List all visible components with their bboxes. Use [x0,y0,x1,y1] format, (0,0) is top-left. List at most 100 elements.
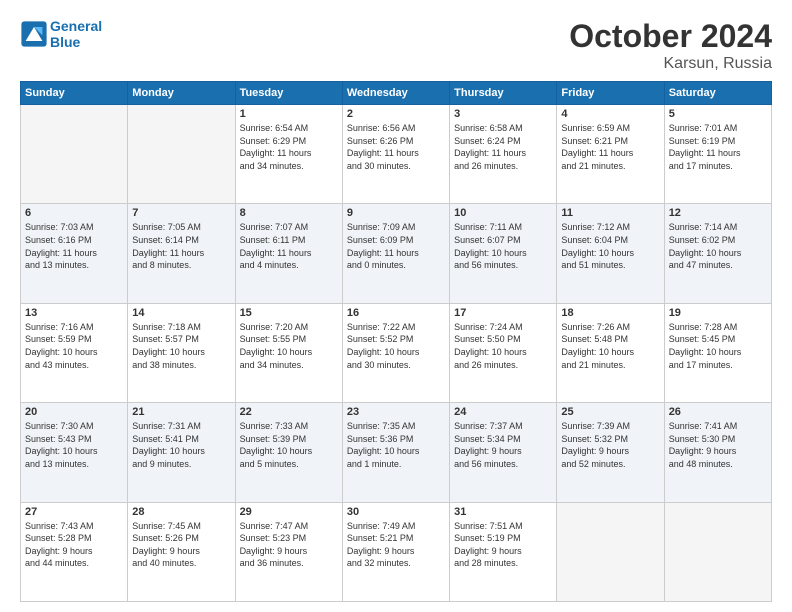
day-number: 15 [240,307,338,319]
day-number: 3 [454,108,552,120]
day-info: Sunrise: 7:09 AM Sunset: 6:09 PM Dayligh… [347,221,445,271]
calendar-cell: 13 Sunrise: 7:16 AM Sunset: 5:59 PM Dayli… [21,303,128,402]
day-number: 25 [561,406,659,418]
day-number: 10 [454,207,552,219]
calendar-cell: 2 Sunrise: 6:56 AM Sunset: 6:26 PM Daylig… [342,105,449,204]
day-info: Sunrise: 7:18 AM Sunset: 5:57 PM Dayligh… [132,321,230,371]
day-number: 12 [669,207,767,219]
day-number: 30 [347,506,445,518]
day-number: 11 [561,207,659,219]
calendar-cell [557,502,664,601]
day-number: 22 [240,406,338,418]
main-title: October 2024 [569,18,772,55]
weekday-header-row: SundayMondayTuesdayWednesdayThursdayFrid… [21,82,772,105]
logo: General Blue [20,18,102,50]
header: General Blue October 2024 Karsun, Russia [20,18,772,73]
calendar-cell: 23 Sunrise: 7:35 AM Sunset: 5:36 PM Dayli… [342,403,449,502]
day-number: 18 [561,307,659,319]
day-info: Sunrise: 7:07 AM Sunset: 6:11 PM Dayligh… [240,221,338,271]
day-number: 6 [25,207,123,219]
day-info: Sunrise: 7:41 AM Sunset: 5:30 PM Dayligh… [669,420,767,470]
week-row-3: 13 Sunrise: 7:16 AM Sunset: 5:59 PM Dayli… [21,303,772,402]
calendar-cell: 18 Sunrise: 7:26 AM Sunset: 5:48 PM Dayli… [557,303,664,402]
day-info: Sunrise: 7:37 AM Sunset: 5:34 PM Dayligh… [454,420,552,470]
day-number: 31 [454,506,552,518]
calendar-cell: 7Sunrise: 7:05 AM Sunset: 6:14 PM Daylig… [128,204,235,303]
weekday-wednesday: Wednesday [342,82,449,105]
day-info: Sunrise: 7:51 AM Sunset: 5:19 PM Dayligh… [454,520,552,570]
day-number: 13 [25,307,123,319]
day-info: Sunrise: 7:12 AM Sunset: 6:04 PM Dayligh… [561,221,659,271]
calendar-cell [664,502,771,601]
day-number: 27 [25,506,123,518]
weekday-sunday: Sunday [21,82,128,105]
week-row-1: 1 Sunrise: 6:54 AM Sunset: 6:29 PM Daylig… [21,105,772,204]
calendar-cell: 16 Sunrise: 7:22 AM Sunset: 5:52 PM Dayli… [342,303,449,402]
day-number: 4 [561,108,659,120]
day-info: Sunrise: 7:39 AM Sunset: 5:32 PM Dayligh… [561,420,659,470]
logo-icon [20,20,48,48]
calendar-cell: 24 Sunrise: 7:37 AM Sunset: 5:34 PM Dayli… [450,403,557,502]
day-number: 14 [132,307,230,319]
calendar-cell: 31 Sunrise: 7:51 AM Sunset: 5:19 PM Dayli… [450,502,557,601]
day-info: Sunrise: 7:35 AM Sunset: 5:36 PM Dayligh… [347,420,445,470]
day-number: 16 [347,307,445,319]
day-info: Sunrise: 7:22 AM Sunset: 5:52 PM Dayligh… [347,321,445,371]
day-number: 20 [25,406,123,418]
day-info: Sunrise: 7:47 AM Sunset: 5:23 PM Dayligh… [240,520,338,570]
day-info: Sunrise: 6:54 AM Sunset: 6:29 PM Dayligh… [240,122,338,172]
calendar-cell: 5Sunrise: 7:01 AM Sunset: 6:19 PM Daylig… [664,105,771,204]
day-info: Sunrise: 7:49 AM Sunset: 5:21 PM Dayligh… [347,520,445,570]
day-info: Sunrise: 6:56 AM Sunset: 6:26 PM Dayligh… [347,122,445,172]
day-number: 21 [132,406,230,418]
day-number: 2 [347,108,445,120]
day-info: Sunrise: 7:30 AM Sunset: 5:43 PM Dayligh… [25,420,123,470]
day-info: Sunrise: 7:20 AM Sunset: 5:55 PM Dayligh… [240,321,338,371]
calendar-cell: 26 Sunrise: 7:41 AM Sunset: 5:30 PM Dayli… [664,403,771,502]
calendar-cell: 10 Sunrise: 7:11 AM Sunset: 6:07 PM Dayli… [450,204,557,303]
day-number: 23 [347,406,445,418]
day-number: 24 [454,406,552,418]
day-number: 26 [669,406,767,418]
calendar-cell: 27Sunrise: 7:43 AM Sunset: 5:28 PM Dayli… [21,502,128,601]
logo-text: General Blue [50,18,102,50]
calendar-cell: 11 Sunrise: 7:12 AM Sunset: 6:04 PM Dayli… [557,204,664,303]
day-number: 8 [240,207,338,219]
calendar-cell: 15 Sunrise: 7:20 AM Sunset: 5:55 PM Dayli… [235,303,342,402]
day-info: Sunrise: 7:26 AM Sunset: 5:48 PM Dayligh… [561,321,659,371]
calendar-cell: 6Sunrise: 7:03 AM Sunset: 6:16 PM Daylig… [21,204,128,303]
calendar-cell: 14 Sunrise: 7:18 AM Sunset: 5:57 PM Dayli… [128,303,235,402]
day-info: Sunrise: 7:05 AM Sunset: 6:14 PM Dayligh… [132,221,230,271]
weekday-monday: Monday [128,82,235,105]
day-info: Sunrise: 7:14 AM Sunset: 6:02 PM Dayligh… [669,221,767,271]
day-number: 29 [240,506,338,518]
calendar-cell: 12 Sunrise: 7:14 AM Sunset: 6:02 PM Dayli… [664,204,771,303]
calendar-cell: 21 Sunrise: 7:31 AM Sunset: 5:41 PM Dayli… [128,403,235,502]
weekday-tuesday: Tuesday [235,82,342,105]
day-info: Sunrise: 7:11 AM Sunset: 6:07 PM Dayligh… [454,221,552,271]
calendar-cell: 19Sunrise: 7:28 AM Sunset: 5:45 PM Dayli… [664,303,771,402]
subtitle: Karsun, Russia [569,55,772,73]
weekday-thursday: Thursday [450,82,557,105]
day-info: Sunrise: 7:01 AM Sunset: 6:19 PM Dayligh… [669,122,767,172]
day-info: Sunrise: 7:31 AM Sunset: 5:41 PM Dayligh… [132,420,230,470]
day-info: Sunrise: 7:16 AM Sunset: 5:59 PM Dayligh… [25,321,123,371]
weekday-saturday: Saturday [664,82,771,105]
day-number: 17 [454,307,552,319]
week-row-4: 20 Sunrise: 7:30 AM Sunset: 5:43 PM Dayli… [21,403,772,502]
day-info: Sunrise: 6:58 AM Sunset: 6:24 PM Dayligh… [454,122,552,172]
calendar-cell: 17 Sunrise: 7:24 AM Sunset: 5:50 PM Dayli… [450,303,557,402]
calendar-cell: 1 Sunrise: 6:54 AM Sunset: 6:29 PM Daylig… [235,105,342,204]
calendar-cell: 4 Sunrise: 6:59 AM Sunset: 6:21 PM Daylig… [557,105,664,204]
week-row-5: 27Sunrise: 7:43 AM Sunset: 5:28 PM Dayli… [21,502,772,601]
day-number: 9 [347,207,445,219]
day-info: Sunrise: 7:45 AM Sunset: 5:26 PM Dayligh… [132,520,230,570]
title-block: October 2024 Karsun, Russia [569,18,772,73]
day-number: 1 [240,108,338,120]
calendar-cell [21,105,128,204]
day-info: Sunrise: 7:24 AM Sunset: 5:50 PM Dayligh… [454,321,552,371]
calendar-cell: 20 Sunrise: 7:30 AM Sunset: 5:43 PM Dayli… [21,403,128,502]
day-info: Sunrise: 6:59 AM Sunset: 6:21 PM Dayligh… [561,122,659,172]
calendar-cell: 30 Sunrise: 7:49 AM Sunset: 5:21 PM Dayli… [342,502,449,601]
calendar-cell [128,105,235,204]
